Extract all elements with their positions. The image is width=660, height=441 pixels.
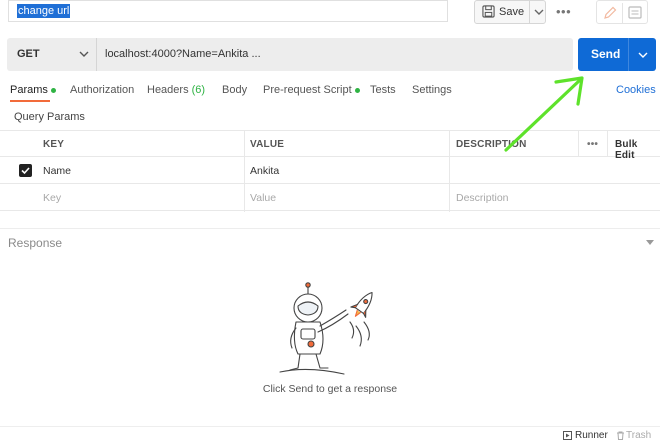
key-input[interactable]: Key — [43, 192, 61, 204]
method-label: GET — [17, 48, 40, 60]
param-value[interactable]: Ankita — [250, 165, 279, 177]
active-tab-indicator — [10, 100, 50, 102]
response-section-header[interactable]: Response — [0, 228, 660, 256]
status-bar: Runner Trash — [0, 426, 660, 441]
indicator-dot — [354, 87, 360, 93]
table-row-new: Key Value Description — [0, 184, 660, 211]
astronaut-illustration — [279, 282, 373, 375]
divider — [628, 38, 629, 71]
chevron-down-icon[interactable] — [646, 240, 654, 246]
save-icon — [482, 5, 495, 18]
send-label: Send — [591, 47, 621, 61]
request-name[interactable]: change url — [17, 4, 71, 18]
tab-label: Headers — [147, 84, 189, 96]
trash-button[interactable]: Trash — [626, 430, 651, 441]
query-params-title: Query Params — [14, 111, 85, 123]
empty-response-message: Click Send to get a response — [262, 383, 398, 395]
url-bar: GET localhost:4000?Name=Ankita ... — [7, 38, 573, 71]
save-button[interactable]: Save — [474, 0, 546, 24]
tab-pre-request-script[interactable]: Pre-request Script — [263, 84, 360, 96]
tab-settings[interactable]: Settings — [412, 84, 452, 96]
cookies-link[interactable]: Cookies — [616, 84, 656, 96]
edit-icon[interactable] — [602, 5, 618, 21]
right-actions — [596, 0, 648, 24]
tab-params[interactable]: Params — [10, 84, 56, 96]
annotation-arrow — [504, 76, 584, 152]
headers-count: (6) — [191, 84, 206, 96]
trash-icon — [617, 431, 624, 440]
tab-authorization[interactable]: Authorization — [70, 84, 134, 96]
column-header-key: KEY — [43, 139, 65, 150]
divider — [449, 130, 450, 212]
description-input[interactable]: Description — [456, 192, 509, 204]
indicator-dot — [50, 87, 56, 93]
param-key[interactable]: Name — [43, 165, 71, 177]
chevron-down-icon — [79, 51, 89, 57]
url-input[interactable]: localhost:4000?Name=Ankita ... — [105, 48, 261, 60]
table-row: Name Ankita — [0, 157, 660, 184]
request-header: change url Save ••• — [0, 0, 660, 34]
save-options-button[interactable] — [529, 1, 547, 23]
comment-icon[interactable] — [627, 5, 643, 21]
save-label: Save — [499, 6, 525, 18]
tab-tests[interactable]: Tests — [370, 84, 396, 96]
send-button[interactable]: Send — [578, 38, 656, 71]
more-dots-icon[interactable]: ••• — [556, 4, 571, 19]
divider — [244, 130, 245, 212]
tab-label: Pre-request Script — [263, 84, 352, 96]
divider — [607, 130, 608, 157]
runner-icon — [563, 431, 572, 440]
response-title: Response — [8, 236, 63, 250]
divider — [622, 3, 623, 23]
column-header-value: VALUE — [250, 139, 285, 150]
tab-body[interactable]: Body — [222, 84, 247, 96]
chevron-down-icon — [534, 9, 544, 15]
request-name-field[interactable]: change url — [8, 0, 448, 22]
value-input[interactable]: Value — [250, 192, 276, 204]
runner-button[interactable]: Runner — [575, 430, 608, 441]
checkbox-icon[interactable] — [19, 164, 32, 177]
tab-headers[interactable]: Headers (6) — [147, 84, 205, 96]
tab-label: Params — [10, 84, 48, 96]
chevron-down-icon[interactable] — [637, 51, 649, 59]
method-select[interactable]: GET — [7, 38, 97, 71]
